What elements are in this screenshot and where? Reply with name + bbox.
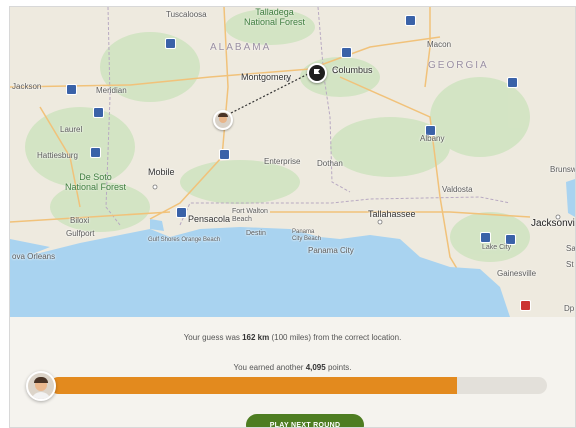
city-label: Jacksonvill [531, 218, 576, 229]
player-avatar [26, 371, 56, 401]
result-panel: Your guess was 162 km (100 miles) from t… [10, 317, 575, 427]
avatar-shirt [31, 392, 51, 399]
avatar-hair [34, 377, 48, 383]
city-label: Tuscaloosa [166, 10, 207, 19]
guess-distance-text: Your guess was 162 km (100 miles) from t… [10, 333, 575, 342]
city-label: Pensacola [188, 214, 231, 224]
city-label: Tallahassee [368, 209, 416, 219]
play-next-round-button[interactable]: PLAY NEXT ROUND [246, 414, 364, 427]
route-shield-icon [219, 149, 230, 160]
city-label: Columbus [332, 65, 373, 75]
player-avatar-icon[interactable] [213, 110, 233, 130]
city-label: Mobile [148, 167, 175, 177]
city-label: Destin [246, 230, 266, 237]
score-progress-bar [50, 377, 547, 394]
city-label: Lake City [482, 244, 512, 251]
state-label-georgia: GEORGIA [428, 60, 489, 71]
route-shield-icon [480, 232, 491, 243]
state-label-alabama: ALABAMA [210, 42, 272, 53]
points-earned-text: You earned another 4,095 points. [10, 363, 575, 372]
route-shield-icon [341, 47, 352, 58]
route-shield-icon [165, 38, 176, 49]
city-label: Albany [420, 134, 445, 143]
map-view[interactable]: ALABAMA GEORGIA Talladega National Fores… [10, 7, 575, 317]
city-label: Fort Walton Beach [232, 208, 268, 223]
route-shield-icon [176, 207, 187, 218]
city-label: Gulf Shores Orange Beach [148, 237, 221, 243]
city-label: Dp [564, 304, 575, 313]
city-label: Biloxi [70, 216, 90, 225]
guess-prefix: Your guess was [183, 333, 243, 342]
points-value: 4,095 [305, 363, 326, 372]
city-label: St [566, 260, 574, 269]
guess-distance-value: 162 km [242, 333, 270, 342]
route-shield-icon [90, 147, 101, 158]
city-label: Gulfport [66, 229, 95, 238]
game-frame: ALABAMA GEORGIA Talladega National Fores… [9, 6, 576, 428]
city-label: Panama City Beach [292, 229, 322, 242]
route-shield-icon [93, 107, 104, 118]
city-label: Panama City [308, 246, 354, 255]
city-label: ova Orleans [12, 252, 56, 261]
route-shield-icon [507, 77, 518, 88]
forest-label-talladega: Talladega National Forest [244, 7, 306, 27]
city-label: Hattiesburg [37, 151, 78, 160]
forest-label-desoto: De Soto National Forest [65, 172, 127, 192]
route-shield-icon [405, 15, 416, 26]
city-label: Enterprise [264, 157, 301, 166]
points-suffix: points. [325, 363, 352, 372]
flag-icon[interactable] [307, 63, 327, 83]
score-progress-fill [50, 377, 457, 394]
city-label: Macon [427, 40, 452, 49]
city-label: Laurel [60, 125, 83, 134]
city-label: Brunsw [550, 165, 576, 174]
city-label: Montgomery [241, 72, 292, 82]
city-label: Meridian [96, 86, 127, 95]
city-label: Sa [566, 244, 576, 253]
city-label: Jackson [12, 82, 42, 91]
points-prefix: You earned another [233, 363, 306, 372]
city-label: Dothan [317, 159, 343, 168]
city-label: Gainesville [497, 269, 537, 278]
route-shield-icon [66, 84, 77, 95]
city-label: Valdosta [442, 185, 473, 194]
guess-suffix: (100 miles) from the correct location. [269, 333, 402, 342]
route-shield-icon [520, 300, 531, 311]
